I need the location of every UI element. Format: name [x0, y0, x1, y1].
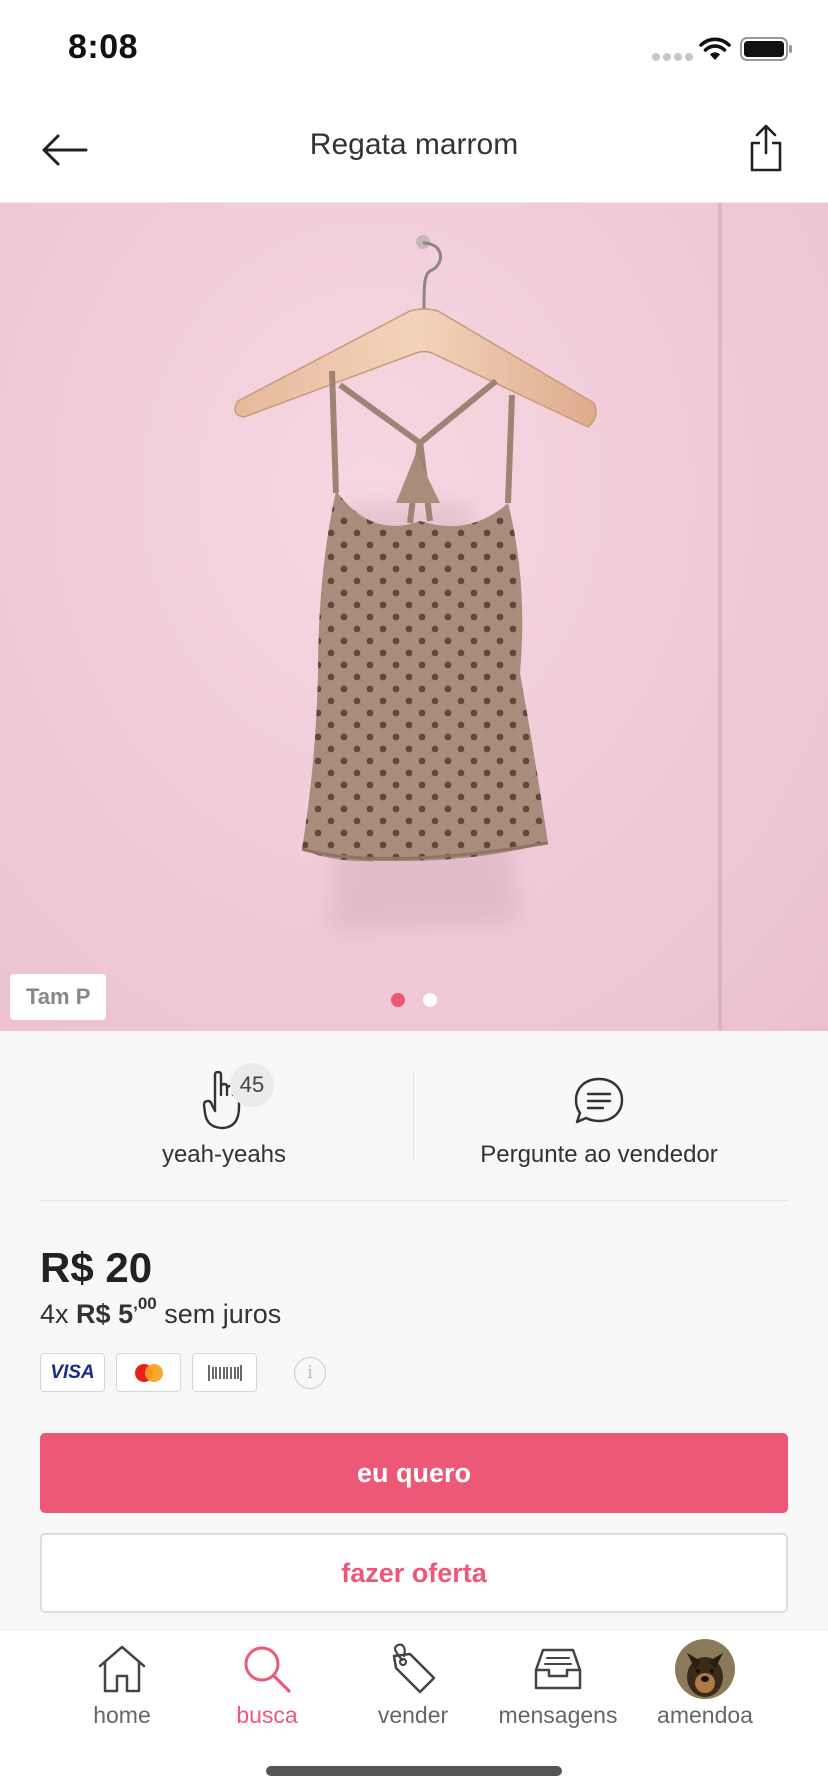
cell-signal-icon: [652, 53, 693, 61]
installments-prefix: 4x: [40, 1299, 69, 1329]
tank-top-photo: [234, 235, 597, 933]
installments: 4x R$ 5,00 sem juros: [40, 1294, 282, 1330]
price: R$ 20: [40, 1244, 153, 1291]
yeah-yeahs-label: yeah-yeahs: [161, 1141, 287, 1168]
avatar: [675, 1639, 735, 1699]
share-button[interactable]: [738, 118, 794, 178]
tab-label: amendoa: [657, 1702, 753, 1728]
tab-label: busca: [236, 1702, 298, 1728]
boleto-barcode-icon: [192, 1353, 257, 1392]
ask-seller-label: Pergunte ao vendedor: [480, 1141, 718, 1168]
installments-suffix: sem juros: [164, 1299, 282, 1329]
product-photo-carousel[interactable]: Tam P: [0, 203, 828, 1031]
product-actions: 45 yeah-yeahs Pergunte ao vendedor: [40, 1031, 788, 1201]
visa-card-icon: VISA: [40, 1353, 105, 1392]
carousel-indicator: [0, 993, 828, 1007]
wifi-icon: [699, 37, 731, 60]
yeah-count-badge: 45: [230, 1063, 274, 1107]
share-icon: [750, 124, 782, 172]
yeah-yeahs-button[interactable]: 45 yeah-yeahs: [40, 1063, 408, 1169]
tab-label: vender: [377, 1702, 449, 1728]
tab-vender[interactable]: vender: [338, 1638, 488, 1729]
tab-busca[interactable]: busca: [192, 1638, 342, 1729]
status-bar: 8:08: [0, 0, 828, 100]
page-title: Regata marrom: [309, 128, 519, 161]
status-time: 8:08: [68, 28, 139, 66]
payment-methods: VISA i: [40, 1353, 326, 1392]
tab-mensagens[interactable]: mensagens: [483, 1638, 633, 1729]
tab-profile[interactable]: amendoa: [630, 1638, 780, 1729]
home-icon: [98, 1645, 146, 1693]
mastercard-icon: [116, 1353, 181, 1392]
search-icon: [244, 1646, 291, 1693]
carousel-dot-active[interactable]: [391, 993, 405, 1007]
chat-bubble-icon: [574, 1077, 624, 1124]
navigation-header: Regata marrom: [0, 100, 828, 203]
ask-seller-button[interactable]: Pergunte ao vendedor: [410, 1071, 788, 1169]
installments-cents: ,00: [133, 1294, 157, 1313]
tab-home[interactable]: home: [47, 1638, 197, 1729]
inbox-icon: [534, 1648, 582, 1690]
make-offer-button[interactable]: fazer oferta: [40, 1533, 788, 1613]
info-icon[interactable]: i: [294, 1356, 326, 1389]
buy-button[interactable]: eu quero: [40, 1433, 788, 1513]
installments-value: R$ 5: [76, 1299, 134, 1329]
battery-icon: [740, 37, 792, 61]
home-indicator: [266, 1766, 562, 1776]
visa-label: VISA: [50, 1361, 95, 1383]
tag-icon: [392, 1643, 436, 1694]
carousel-dot[interactable]: [423, 993, 437, 1007]
tab-label: home: [93, 1702, 151, 1728]
tab-label: mensagens: [498, 1702, 618, 1728]
